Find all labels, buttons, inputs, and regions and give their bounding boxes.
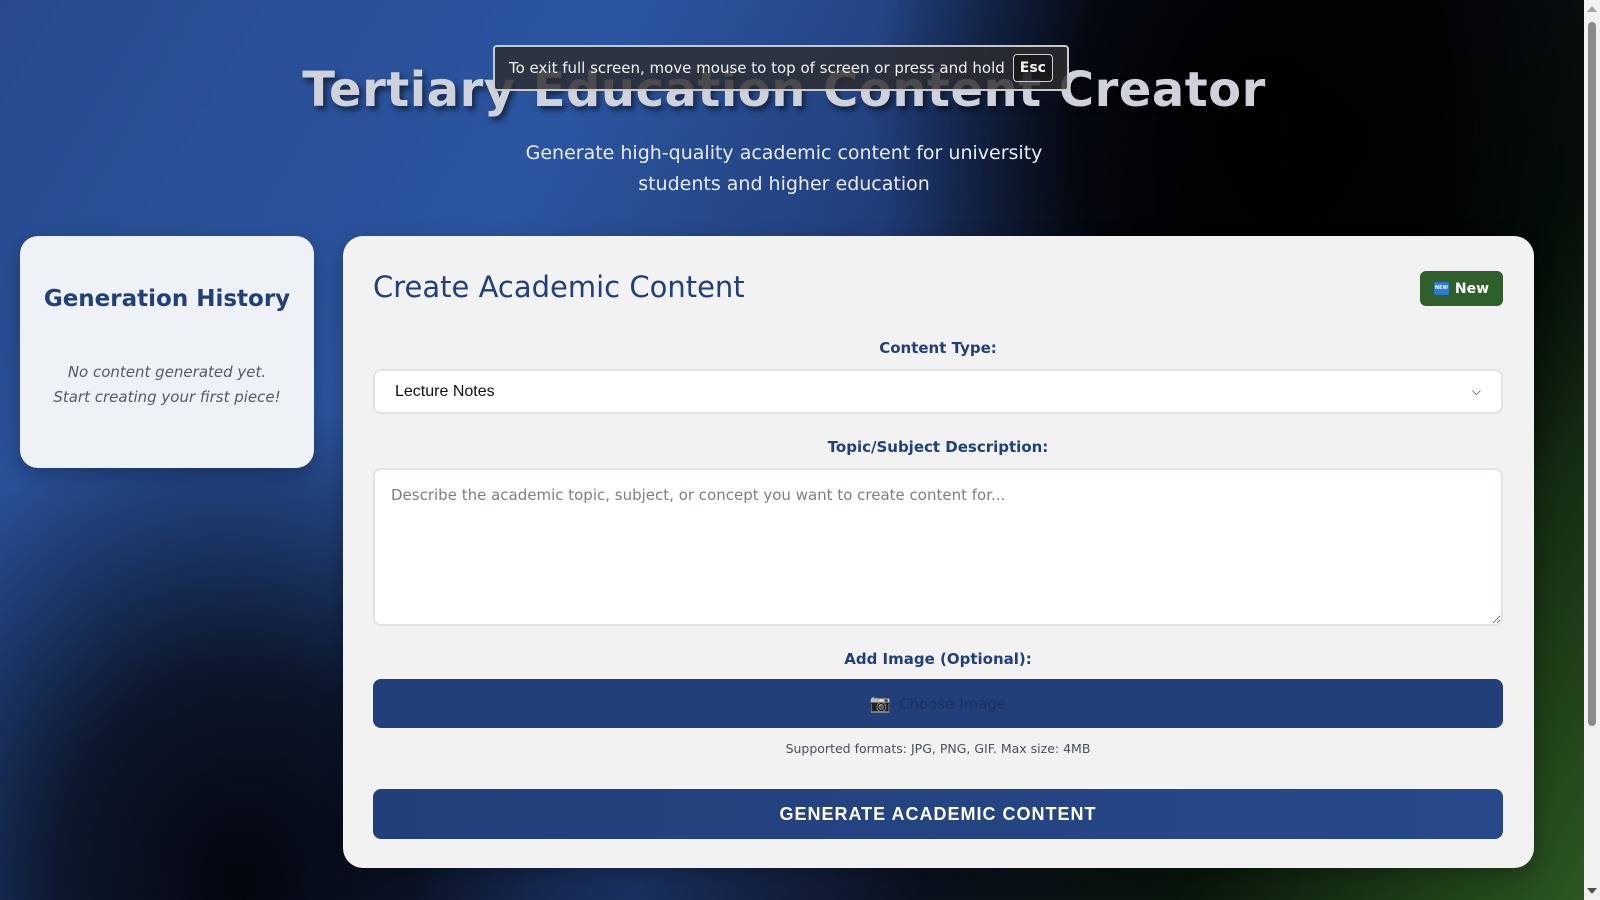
- history-title: Generation History: [43, 286, 291, 312]
- supported-formats-note: Supported formats: JPG, PNG, GIF. Max si…: [785, 741, 1091, 756]
- page-scrollbar[interactable]: [1584, 0, 1600, 900]
- new-button[interactable]: NEW New: [1420, 271, 1503, 306]
- content-type-label: Content Type:: [879, 339, 997, 357]
- history-empty-message: No content generated yet. Start creating…: [20, 360, 314, 410]
- camera-icon: 📷: [869, 693, 892, 714]
- choose-image-button[interactable]: 📷 Choose Image: [373, 679, 1503, 728]
- scroll-up-arrow-icon[interactable]: [1587, 6, 1597, 12]
- new-button-label: New: [1454, 280, 1490, 297]
- content-type-select[interactable]: Lecture Notes ⌵: [373, 369, 1503, 414]
- history-empty-line-2: Start creating your first piece!: [53, 388, 281, 406]
- topic-description-input[interactable]: [373, 468, 1503, 626]
- new-badge-icon: NEW: [1433, 282, 1449, 295]
- chevron-down-icon: ⌵: [1471, 384, 1481, 398]
- history-empty-line-1: No content generated yet.: [67, 363, 267, 381]
- choose-image-label: Choose Image: [899, 694, 1007, 713]
- create-content-panel: Create Academic Content NEW New Content …: [343, 236, 1534, 868]
- esc-key-hint: Esc: [1012, 54, 1053, 82]
- app-subtitle: Generate high-quality academic content f…: [525, 142, 1043, 195]
- create-content-title: Create Academic Content: [373, 270, 745, 304]
- scroll-down-arrow-icon[interactable]: [1587, 888, 1597, 894]
- scrollbar-thumb[interactable]: [1588, 22, 1596, 726]
- generate-content-button[interactable]: GENERATE ACADEMIC CONTENT: [373, 789, 1503, 839]
- fullscreen-exit-notice: To exit full screen, move mouse to top o…: [493, 45, 1069, 91]
- topic-label: Topic/Subject Description:: [827, 438, 1049, 456]
- add-image-label: Add Image (Optional):: [844, 650, 1032, 668]
- fullscreen-message: To exit full screen, move mouse to top o…: [509, 59, 1005, 77]
- generation-history-panel: Generation History No content generated …: [20, 236, 314, 468]
- content-type-selected: Lecture Notes: [395, 382, 495, 400]
